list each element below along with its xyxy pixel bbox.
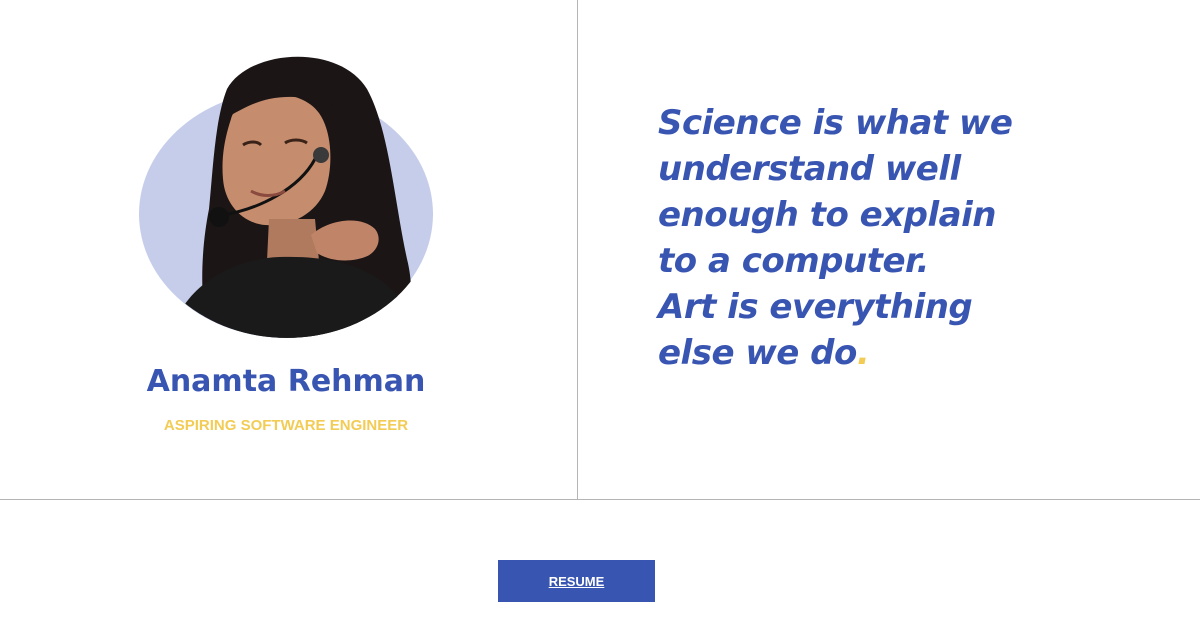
vertical-divider	[577, 0, 578, 499]
profile-name: Anamta Rehman	[146, 364, 426, 399]
quote-line: to a computer.	[658, 241, 929, 281]
profile-photo	[139, 56, 433, 338]
avatar	[139, 49, 435, 341]
quote-line: enough to explain	[658, 195, 996, 235]
resume-button[interactable]: RESUME	[498, 560, 655, 602]
quote-line: else we do	[658, 333, 857, 373]
quote-dot: .	[856, 333, 870, 373]
quote-line: understand well	[658, 149, 961, 189]
quote-last-line: else we do.	[658, 330, 1078, 376]
quote-line: Art is everything	[658, 287, 973, 327]
profile-role: ASPIRING SOFTWARE ENGINEER	[163, 417, 409, 434]
horizontal-divider	[0, 499, 1200, 500]
quote: Science is what we understand well enoug…	[658, 100, 1078, 376]
page: Anamta Rehman ASPIRING SOFTWARE ENGINEER…	[0, 0, 1200, 630]
quote-line: Science is what we	[658, 103, 1013, 143]
